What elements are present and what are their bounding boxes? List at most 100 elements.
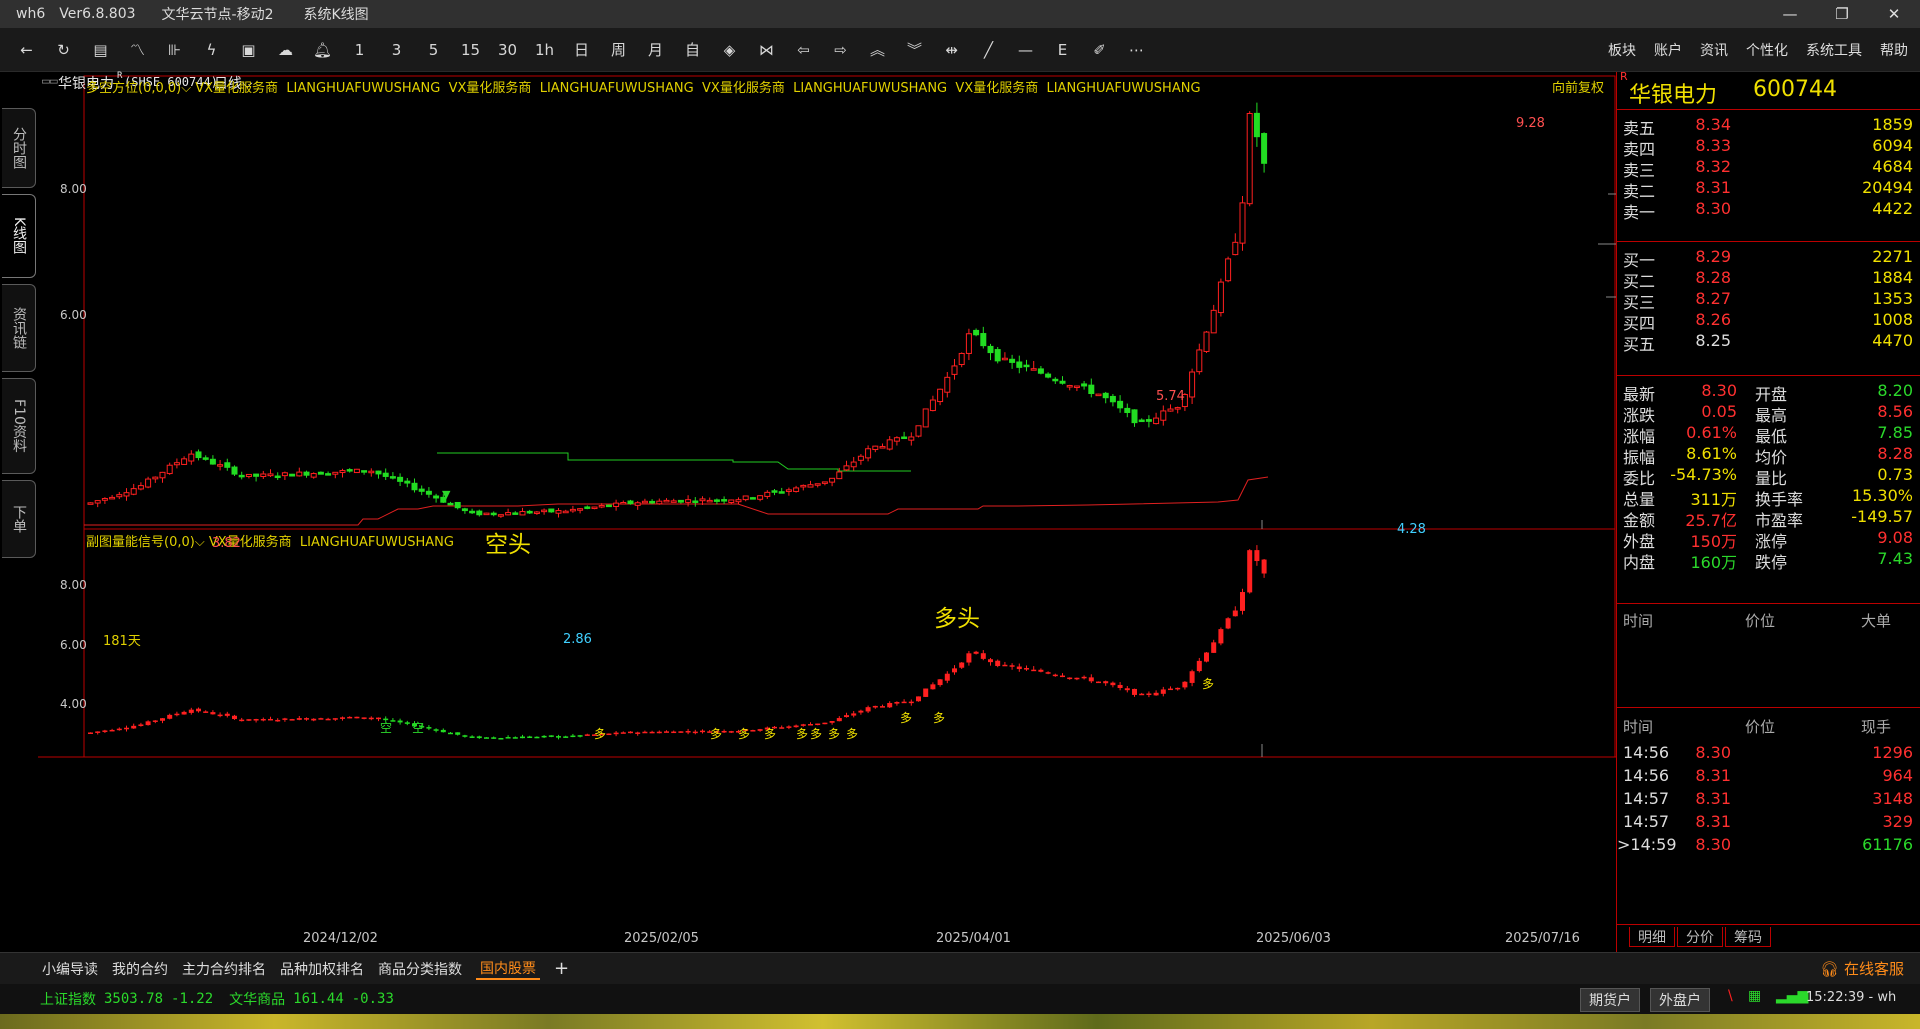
sub-candle-body bbox=[1117, 684, 1123, 688]
sub-candle-body bbox=[246, 719, 252, 721]
tab-timeshare[interactable]: 分时图 bbox=[2, 108, 36, 188]
menu-news[interactable]: 资讯 bbox=[1700, 40, 1728, 60]
tab-f10[interactable]: F10资料 bbox=[2, 378, 36, 474]
candle-body bbox=[901, 436, 908, 440]
tab-order[interactable]: 下单 bbox=[2, 480, 36, 558]
minimize-icon[interactable]: — bbox=[1764, 0, 1816, 28]
index2-name[interactable]: 文华商品 bbox=[229, 989, 285, 1009]
chevron-down-icon[interactable]: ⌵ bbox=[181, 81, 195, 95]
btab-editor-guide[interactable]: 小编导读 bbox=[42, 959, 98, 979]
sub-candle-body bbox=[1038, 669, 1044, 672]
x-label: 2024/12/02 bbox=[303, 931, 378, 946]
menu-account[interactable]: 账户 bbox=[1654, 40, 1682, 60]
text-icon[interactable]: Ε bbox=[1044, 35, 1081, 65]
candle-body bbox=[1196, 349, 1203, 373]
btab-my-contracts[interactable]: 我的合约 bbox=[112, 959, 168, 979]
candle-icon[interactable]: ▣ bbox=[230, 35, 267, 65]
chevron-down-icon[interactable]: ⌵ bbox=[195, 535, 209, 550]
main-indicator-name[interactable]: 多空方位(0,0,0) bbox=[86, 81, 181, 95]
crosshair-icon[interactable]: ⇹ bbox=[933, 35, 970, 65]
restore-icon[interactable]: ❐ bbox=[1816, 0, 1868, 28]
kline-chart-area[interactable]: 空空多多多多多多多多多 多多▼ bbox=[38, 72, 1616, 952]
sub-candle-body bbox=[426, 727, 432, 729]
candle-body bbox=[1131, 409, 1138, 424]
draw-line-icon[interactable]: ╱ bbox=[970, 35, 1007, 65]
period-30[interactable]: 30 bbox=[489, 35, 526, 65]
candle-body bbox=[411, 482, 418, 491]
period-15[interactable]: 15 bbox=[452, 35, 489, 65]
refresh-icon[interactable]: ↻ bbox=[45, 35, 82, 65]
candle-body bbox=[627, 500, 634, 505]
candle-body bbox=[130, 488, 137, 495]
candle-body bbox=[1225, 258, 1232, 282]
more-icon[interactable]: ⋯ bbox=[1118, 35, 1155, 65]
candle-body bbox=[1088, 384, 1095, 395]
sub-candle-body bbox=[930, 684, 936, 690]
move-left-icon[interactable]: ⇦ bbox=[785, 35, 822, 65]
bar-chart-icon[interactable]: ⊪ bbox=[156, 35, 193, 65]
cloud-icon[interactable]: ☁ bbox=[267, 35, 304, 65]
quote-list-icon[interactable]: ▤ bbox=[82, 35, 119, 65]
candle-body bbox=[922, 408, 929, 428]
btab-commodity-index[interactable]: 商品分类指数 bbox=[378, 959, 462, 979]
candle-body bbox=[620, 501, 627, 505]
period-1[interactable]: 1 bbox=[341, 35, 378, 65]
sub-candle-body bbox=[1031, 669, 1037, 672]
stat-value: 9.08 bbox=[1877, 528, 1913, 547]
sub-candle-body bbox=[152, 720, 158, 722]
duo-signal: 多 bbox=[1202, 677, 1214, 691]
bid-row: 买五 8.25 4470 bbox=[1617, 328, 1920, 354]
sub-candle-body bbox=[383, 718, 389, 721]
btab-main-rank[interactable]: 主力合约排名 bbox=[182, 959, 266, 979]
line-chart-icon[interactable]: 〽 bbox=[119, 35, 156, 65]
tab-chips[interactable]: 筹码 bbox=[1725, 927, 1771, 947]
index2-change: -0.33 bbox=[351, 991, 394, 1007]
back-icon[interactable]: ← bbox=[8, 35, 45, 65]
sub-candle-body bbox=[822, 722, 828, 725]
add-tab-icon[interactable]: + bbox=[554, 958, 569, 979]
eraser-icon[interactable]: ✐ bbox=[1081, 35, 1118, 65]
node-name[interactable]: 文华云节点-移动2 bbox=[162, 4, 274, 24]
tab-price-dist[interactable]: 分价 bbox=[1677, 927, 1723, 947]
sub-candle-body bbox=[462, 735, 468, 737]
expand-down-icon[interactable]: ︾ bbox=[896, 35, 933, 65]
btab-weighted-rank[interactable]: 品种加权排名 bbox=[280, 959, 364, 979]
foreign-account-button[interactable]: 外盘户 bbox=[1650, 988, 1710, 1012]
menu-sector[interactable]: 板块 bbox=[1608, 40, 1636, 60]
sub-candle-body bbox=[620, 732, 626, 734]
zoom-in-icon[interactable]: ◈ bbox=[711, 35, 748, 65]
indicator-icon[interactable]: ϟ bbox=[193, 35, 230, 65]
menu-tools[interactable]: 系统工具 bbox=[1806, 40, 1862, 60]
zoom-out-icon[interactable]: ⋈ bbox=[748, 35, 785, 65]
online-service[interactable]: 🎧︎ 在线客服 bbox=[1820, 958, 1904, 979]
period-day[interactable]: 日 bbox=[563, 35, 600, 65]
index1-name[interactable]: 上证指数 bbox=[40, 989, 96, 1009]
period-week[interactable]: 周 bbox=[600, 35, 637, 65]
expand-up-icon[interactable]: ︽ bbox=[859, 35, 896, 65]
period-5[interactable]: 5 bbox=[415, 35, 452, 65]
restore-mode[interactable]: 向前复权 bbox=[1552, 77, 1604, 95]
duo-signal: 多 bbox=[933, 711, 945, 725]
tab-newschain[interactable]: 资讯链 bbox=[2, 284, 36, 372]
period-custom[interactable]: 自 bbox=[674, 35, 711, 65]
futures-account-button[interactable]: 期货户 bbox=[1580, 988, 1640, 1012]
tab-detail[interactable]: 明细 bbox=[1629, 927, 1675, 947]
period-3[interactable]: 3 bbox=[378, 35, 415, 65]
headset-icon: 🎧︎ bbox=[1820, 960, 1840, 978]
sub-indicator-name[interactable]: 副图量能信号(0,0) bbox=[86, 535, 195, 550]
candle-body bbox=[677, 499, 684, 503]
tab-kline[interactable]: K线图 bbox=[2, 194, 36, 278]
sub-candle-body bbox=[512, 737, 518, 739]
btab-domestic-stocks[interactable]: 国内股票 bbox=[476, 958, 540, 980]
toolbar: ← ↻ ▤ 〽 ⊪ ϟ ▣ ☁ 🔔︎ 1 3 5 15 30 1h 日 周 月 … bbox=[0, 28, 1920, 72]
menu-help[interactable]: 帮助 bbox=[1880, 40, 1908, 60]
period-1h[interactable]: 1h bbox=[526, 35, 563, 65]
menu-personalize[interactable]: 个性化 bbox=[1746, 40, 1788, 60]
desktop-background bbox=[0, 1014, 1920, 1029]
alert-bell-icon[interactable]: 🔔︎ bbox=[304, 35, 341, 65]
horizontal-line-icon[interactable]: — bbox=[1007, 35, 1044, 65]
kong-signal: 空 bbox=[412, 721, 424, 735]
close-icon[interactable]: ✕ bbox=[1868, 0, 1920, 28]
move-right-icon[interactable]: ⇨ bbox=[822, 35, 859, 65]
period-month[interactable]: 月 bbox=[637, 35, 674, 65]
